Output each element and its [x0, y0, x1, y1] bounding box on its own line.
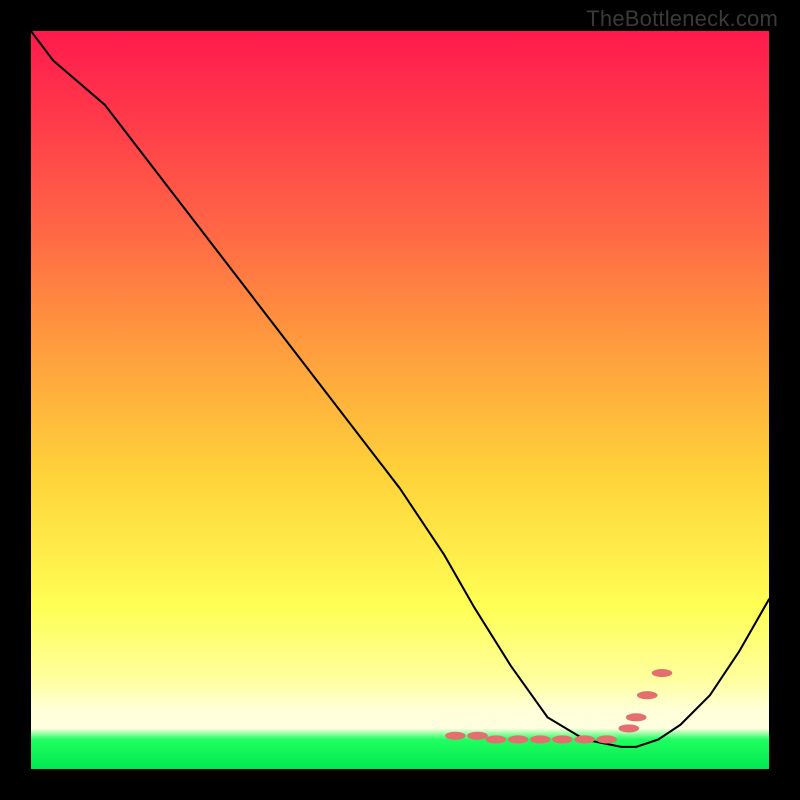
marker-dot	[486, 735, 507, 743]
curve-line	[31, 31, 769, 747]
marker-dot	[618, 724, 639, 732]
marker-dot	[508, 735, 529, 743]
marker-dot	[637, 691, 658, 699]
chart-svg	[31, 31, 769, 769]
plot-area	[31, 31, 769, 769]
marker-dot	[596, 735, 617, 743]
marker-dot	[445, 732, 466, 740]
watermark-text: TheBottleneck.com	[586, 6, 778, 32]
marker-dot	[652, 669, 673, 677]
marker-dot	[626, 713, 647, 721]
marker-dot	[574, 735, 595, 743]
marker-dots	[445, 669, 672, 744]
marker-dot	[467, 732, 488, 740]
marker-dot	[530, 735, 551, 743]
chart-stage: TheBottleneck.com	[0, 0, 800, 800]
marker-dot	[552, 735, 573, 743]
